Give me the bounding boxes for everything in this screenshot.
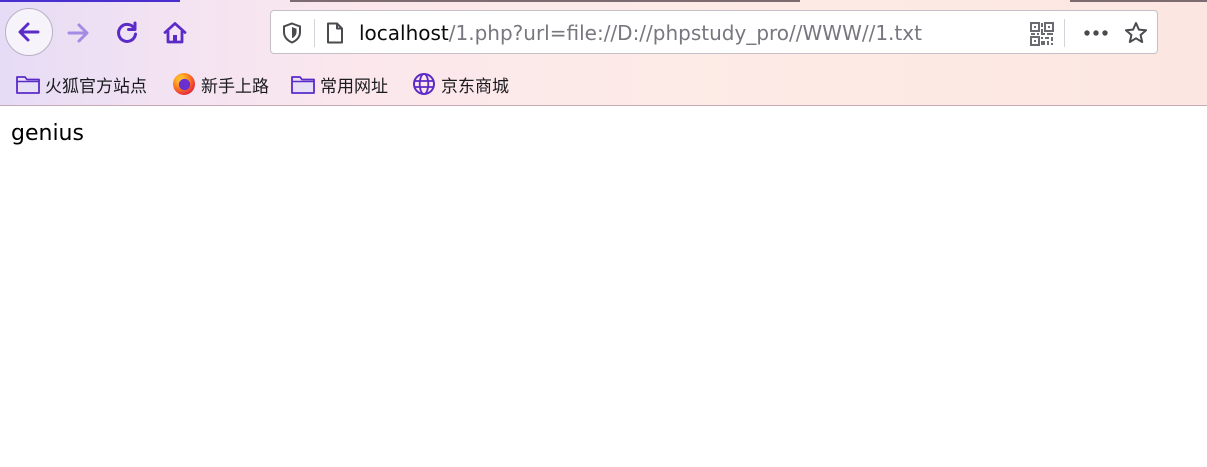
home-button[interactable]	[158, 17, 192, 49]
bookmark-label: 常用网址	[320, 76, 388, 97]
home-icon	[163, 22, 187, 44]
reload-button[interactable]	[111, 17, 143, 49]
bookmark-getting-started[interactable]: 新手上路	[171, 70, 269, 98]
folder-icon	[15, 71, 41, 97]
browser-chrome: localhost/1.php?url=file://D://phpstudy_…	[0, 0, 1207, 106]
tracking-protection-button[interactable]	[281, 21, 303, 45]
tab-strip-edge	[290, 0, 800, 2]
url-separator	[314, 19, 315, 47]
shield-icon	[283, 22, 301, 44]
page-icon	[327, 22, 343, 44]
back-arrow-icon	[18, 22, 40, 42]
qr-code-icon	[1030, 22, 1054, 46]
forward-arrow-icon	[67, 23, 89, 43]
url-host: localhost	[359, 21, 449, 45]
address-bar[interactable]: localhost/1.php?url=file://D://phpstudy_…	[270, 10, 1158, 54]
globe-icon	[411, 71, 437, 97]
bookmark-star-button[interactable]	[1123, 20, 1149, 46]
firefox-logo-icon	[171, 71, 197, 97]
qr-code-button[interactable]	[1030, 22, 1054, 46]
bookmarks-toolbar: 火狐官方站点 新手上路 常用网址 京东商城	[0, 66, 1207, 102]
bookmark-folder-common-sites[interactable]: 常用网址	[290, 70, 388, 98]
page-body-text: genius	[11, 121, 84, 146]
forward-button[interactable]	[62, 17, 94, 49]
tab-strip-edge	[0, 0, 180, 2]
page-info-button[interactable]	[324, 21, 346, 45]
bookmark-jd-mall[interactable]: 京东商城	[411, 70, 509, 98]
page-actions-button[interactable]	[1081, 21, 1111, 45]
more-dots-icon	[1084, 30, 1108, 36]
url-actions-separator	[1064, 19, 1065, 47]
reload-icon	[117, 21, 137, 43]
tab-strip-edge	[1070, 0, 1207, 2]
url-text[interactable]: localhost/1.php?url=file://D://phpstudy_…	[359, 21, 922, 45]
bookmark-label: 火狐官方站点	[45, 76, 147, 97]
star-icon	[1125, 22, 1147, 43]
back-button[interactable]	[5, 8, 53, 56]
bookmark-label: 新手上路	[201, 76, 269, 97]
bookmark-label: 京东商城	[441, 76, 509, 97]
bookmark-folder-firefox-official[interactable]: 火狐官方站点	[15, 70, 147, 98]
url-path: /1.php?url=file://D://phpstudy_pro//WWW/…	[448, 21, 922, 45]
folder-icon	[290, 71, 316, 97]
